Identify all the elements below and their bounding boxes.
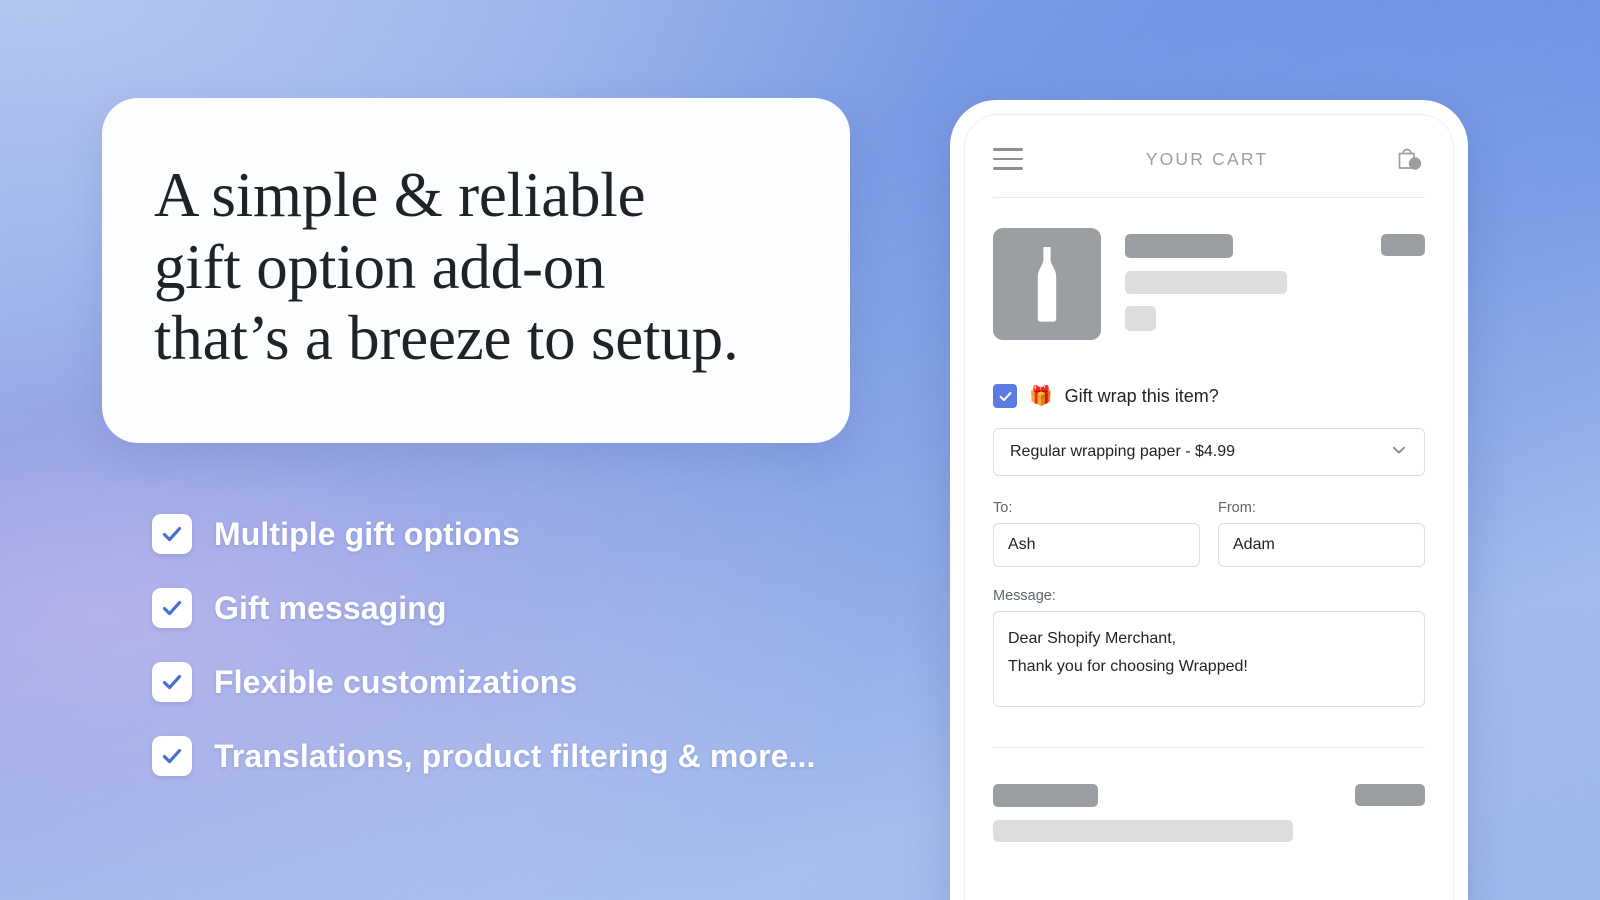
message-line-1: Dear Shopify Merchant, [1008,630,1177,647]
to-field-group: To: Ash [993,500,1200,567]
gift-wrap-checkbox[interactable] [993,384,1017,408]
to-input[interactable]: Ash [993,523,1200,567]
from-field-group: From: Adam [1218,500,1425,567]
feature-label: Flexible customizations [214,663,578,700]
headline-line-3: that’s a breeze to setup. [154,303,739,374]
phone-mockup: YOUR CART 🎁 Gift wrap this item? Regular… [950,100,1468,900]
product-thumbnail [993,228,1101,340]
chevron-down-icon [1390,441,1408,464]
feature-item: Translations, product filtering & more..… [152,730,872,782]
hamburger-menu-icon[interactable] [993,148,1023,170]
gift-emoji-icon: 🎁 [1029,385,1053,407]
message-label: Message: [993,588,1056,604]
feature-label: Multiple gift options [214,515,521,552]
feature-item: Gift messaging [152,582,872,634]
cart-product-row [993,198,1425,340]
skeleton-subtitle [1125,271,1287,294]
feature-item: Flexible customizations [152,656,872,708]
message-group: Message: Dear Shopify Merchant, Thank yo… [993,588,1425,707]
phone-screen: YOUR CART 🎁 Gift wrap this item? Regular… [964,114,1454,900]
cart-header: YOUR CART [993,115,1425,197]
to-label: To: [993,500,1013,516]
headline-line-1: A simple & reliable [154,159,646,230]
cart-summary-skeleton [993,748,1425,842]
headline-card: A simple & reliable gift option add-on t… [102,98,850,443]
wrapping-paper-value: Regular wrapping paper - $4.99 [1010,443,1236,460]
wrapping-paper-select[interactable]: Regular wrapping paper - $4.99 [993,428,1425,476]
product-skeleton-lines [1125,228,1357,331]
feature-item: Multiple gift options [152,508,872,560]
check-icon [152,736,192,776]
check-icon [152,588,192,628]
feature-list: Multiple gift options Gift messaging Fle… [152,508,872,804]
feature-label: Translations, product filtering & more..… [214,737,816,774]
gift-wrap-row[interactable]: 🎁 Gift wrap this item? [993,384,1425,408]
skeleton-summary-title [993,784,1098,807]
shopping-bag-icon[interactable] [1391,142,1425,176]
feature-label: Gift messaging [214,589,447,626]
page-title: YOUR CART [1145,148,1269,169]
recipient-fields: To: Ash From: Adam [993,500,1425,567]
skeleton-price [1381,234,1425,256]
message-textarea[interactable]: Dear Shopify Merchant, Thank you for cho… [993,611,1425,707]
message-line-2: Thank you for choosing Wrapped! [1008,657,1248,675]
skeleton-title [1125,234,1233,258]
from-input[interactable]: Adam [1218,523,1425,567]
marketing-left-column: A simple & reliable gift option add-on t… [0,0,900,900]
headline-line-2-accent: gift option add-on [154,231,606,302]
check-icon [152,662,192,702]
skeleton-summary-total [1355,784,1425,806]
skeleton-quantity [1125,306,1156,331]
skeleton-summary-subtitle [993,820,1293,842]
from-label: From: [1218,500,1256,516]
gift-wrap-label: Gift wrap this item? [1064,385,1219,406]
bottle-icon [1037,247,1057,322]
check-icon [152,514,192,554]
